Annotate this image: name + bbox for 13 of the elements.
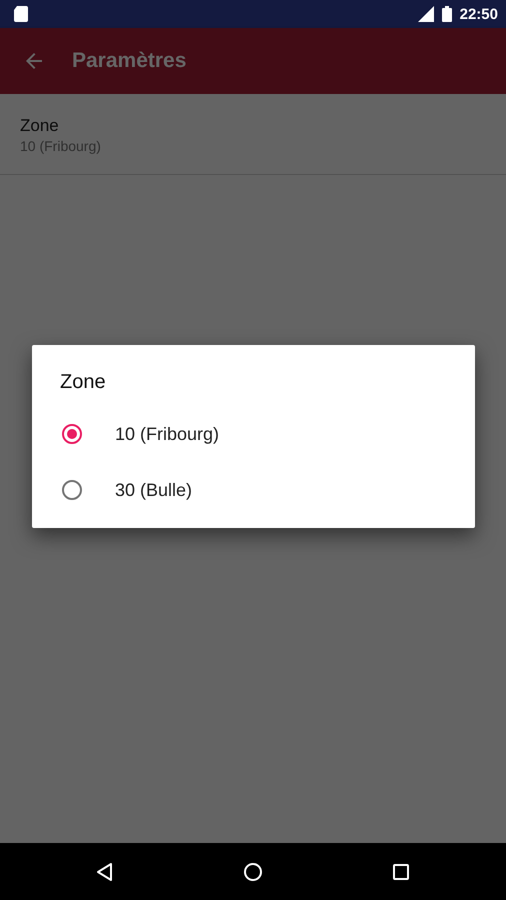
option-label[interactable]: 30 (Bulle) [115,480,192,500]
signal-icon [418,6,434,22]
battery-icon [442,6,452,22]
radio-button[interactable] [62,424,82,444]
status-time: 22:50 [460,6,498,22]
option-label[interactable]: 10 (Fribourg) [115,424,220,444]
recents-square-icon[interactable] [391,862,411,882]
home-circle-icon[interactable] [243,862,263,882]
dialog-title: Zone [60,371,106,394]
radio-button[interactable] [62,480,82,500]
back-triangle-icon[interactable] [95,862,115,882]
screen-title: Paramètres [72,49,186,73]
sd-card-icon [14,6,28,22]
